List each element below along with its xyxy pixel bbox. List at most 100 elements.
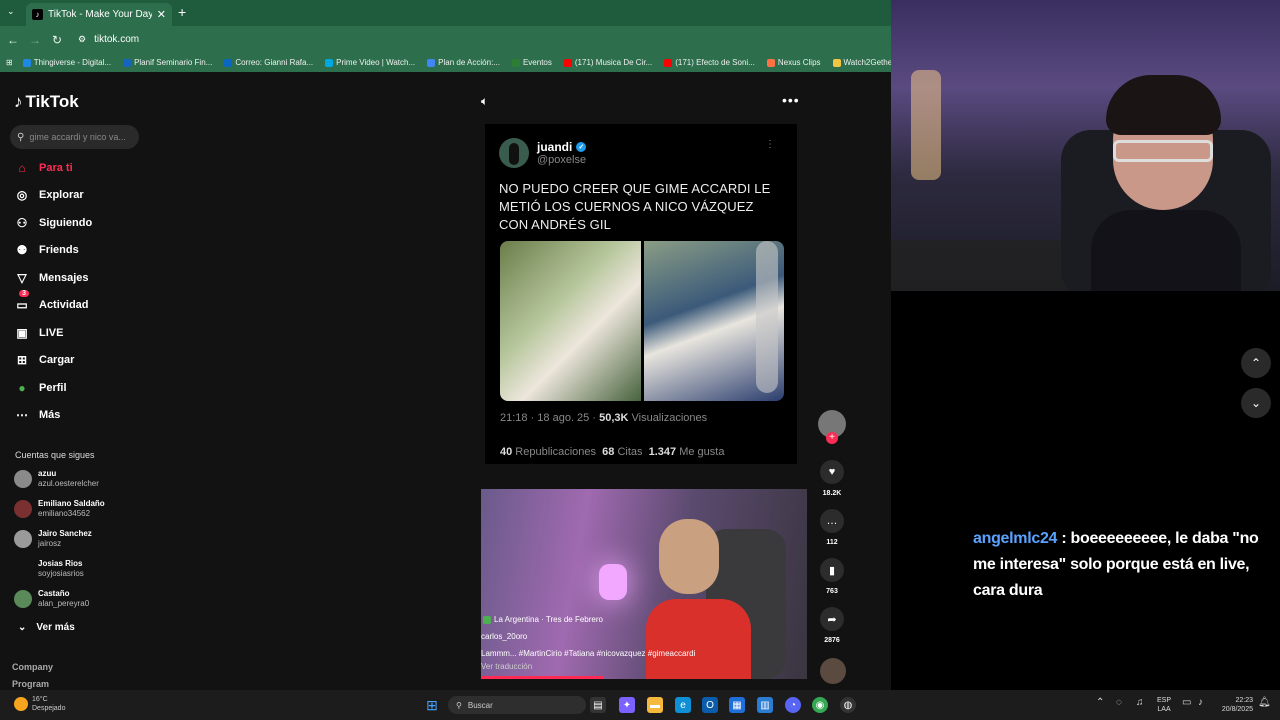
windows-start-icon[interactable]: ⊞: [424, 697, 440, 713]
task-view-icon[interactable]: ▤: [590, 697, 606, 713]
bookmark-item[interactable]: Watch2Gether: [832, 58, 891, 67]
sidebar-item-actividad[interactable]: ▭ 3 Actividad: [14, 290, 89, 313]
weather-widget[interactable]: 16°C Despejado: [14, 695, 65, 713]
sidebar-item-más[interactable]: ⋯ Más: [14, 407, 60, 423]
tray-overflow-icon[interactable]: ⌃: [1096, 698, 1104, 708]
bookmark-label: Plan de Acción:...: [438, 58, 500, 67]
more-options-icon[interactable]: •••: [782, 92, 800, 108]
account-name: Josias Rios: [38, 559, 83, 568]
chevron-down-icon: ⌄: [18, 622, 27, 633]
sidebar-item-friends[interactable]: ⚉ Friends: [14, 242, 79, 258]
bookmark-item[interactable]: (171) Musica De Cir...: [563, 58, 652, 67]
previous-video-button[interactable]: ⌃: [1241, 348, 1271, 378]
video-username[interactable]: carlos_20oro: [481, 632, 695, 641]
follow-plus-icon[interactable]: +: [826, 432, 838, 444]
volume-tray-icon[interactable]: ♪: [1198, 698, 1203, 708]
comment-button[interactable]: … 112: [818, 509, 846, 546]
clock[interactable]: 22:23 20/8/2025: [1217, 696, 1253, 714]
apps-grid-icon[interactable]: ⊞: [6, 58, 13, 67]
bookmark-item[interactable]: Eventos: [511, 58, 552, 67]
music-disc-icon[interactable]: [820, 658, 846, 684]
calculator-icon[interactable]: ▥: [757, 697, 773, 713]
discord-icon[interactable]: ◔: [785, 697, 801, 713]
notification-bell-icon[interactable]: 🔔︎: [1258, 698, 1271, 708]
save-button[interactable]: ▮ 763: [818, 558, 846, 595]
back-icon[interactable]: ←: [2, 33, 24, 47]
see-more-button[interactable]: ⌄ Ver más: [18, 622, 75, 633]
webcam-hair: [1106, 75, 1221, 135]
account-username: jairosz: [38, 539, 62, 548]
followed-account[interactable]: Josias Rios soyjosiasrios: [14, 559, 84, 579]
tiktok-logo[interactable]: ♪ TikTok: [14, 92, 79, 112]
sidebar-item-explorar[interactable]: ◎ Explorar: [14, 187, 84, 203]
tweet-more-icon: ⋮: [765, 139, 775, 150]
tab-close-icon[interactable]: ✕: [157, 8, 166, 21]
video-lamp: [599, 564, 627, 600]
tab-bar: ⌄ ♪ TikTok - Make Your Day ✕ +: [0, 0, 891, 26]
sidebar-item-live[interactable]: ▣ LIVE: [14, 325, 63, 341]
feed: 🔈︎ ••• juandi ✓ @poxelse ⋮ NO PUEDO CREER…: [150, 72, 891, 690]
sidebar-item-label: Más: [39, 409, 61, 421]
edge-icon[interactable]: e: [675, 697, 691, 713]
bookmark-item[interactable]: (171) Efecto de Soni...: [664, 58, 755, 67]
outlook-icon[interactable]: O: [702, 697, 718, 713]
video-location[interactable]: La Argentina · Tres de Febrero: [494, 615, 603, 624]
next-video-button[interactable]: ⌄: [1241, 388, 1271, 418]
sidebar-item-siguiendo[interactable]: ⚇ Siguiendo: [14, 215, 93, 231]
tab-search-chevron-icon[interactable]: ⌄: [7, 6, 15, 17]
bookmark-item[interactable]: Thingiverse - Digital...: [22, 58, 111, 67]
bookmark-item[interactable]: Correo: Gianni Rafa...: [224, 58, 313, 67]
footer-company-link[interactable]: Company: [12, 662, 53, 672]
address-bar: ← → ↻ ⚙ tiktok.com: [0, 26, 891, 53]
sidebar-item-perfil[interactable]: ● Perfil: [14, 380, 66, 396]
video-progress-bar[interactable]: [481, 676, 603, 679]
site-info-icon[interactable]: ⚙: [78, 34, 86, 45]
sidebar-item-mensajes[interactable]: ▽ Mensajes: [14, 270, 88, 286]
notification-badge: 3: [19, 290, 29, 297]
search-input[interactable]: ⚲ gime accardi y nico va...: [10, 125, 139, 149]
chevron-down-icon: ⌄: [1250, 396, 1262, 410]
new-tab-button[interactable]: +: [178, 5, 186, 19]
sidebar-item-cargar[interactable]: ⊞ Cargar: [14, 352, 75, 368]
footer-program-link[interactable]: Program: [12, 679, 49, 689]
volume-icon[interactable]: 🔈︎: [481, 94, 488, 109]
bookmark-favicon-icon: [511, 58, 520, 67]
reaction-video[interactable]: La Argentina · Tres de Febrero carlos_20…: [481, 489, 807, 679]
chat-separator: :: [1057, 530, 1071, 547]
followed-account[interactable]: Emiliano Saldaño emiliano34562: [14, 499, 105, 519]
file-explorer-icon[interactable]: ▬: [647, 697, 663, 713]
mic-icon[interactable]: ♫: [1136, 698, 1144, 708]
followed-account[interactable]: azuu azul.oesterelcher: [14, 469, 99, 489]
stream-overlay: ⌃ ⌄ angelmlc24 : boeeeeeeeee, le daba "n…: [891, 291, 1280, 690]
bookmark-item[interactable]: Nexus Clips: [766, 58, 821, 67]
share-button[interactable]: ➦ 2876: [818, 607, 846, 644]
bookmark-item[interactable]: Plan de Acción:...: [427, 58, 500, 67]
video-volume-slider[interactable]: [756, 241, 778, 393]
network-icon[interactable]: ◌: [1116, 698, 1122, 708]
url-field[interactable]: ⚙ tiktok.com: [78, 34, 139, 45]
profile-icon: ●: [18, 381, 26, 395]
like-button[interactable]: ♥ 18.2K: [818, 460, 846, 497]
tab-tiktok[interactable]: ♪ TikTok - Make Your Day ✕: [26, 3, 172, 26]
language-indicator[interactable]: ESP LAA: [1157, 696, 1171, 714]
translate-link[interactable]: Ver traducción: [481, 662, 695, 671]
store-icon[interactable]: ▦: [729, 697, 745, 713]
bookmark-item[interactable]: Prime Video | Watch...: [325, 58, 415, 67]
bookmark-item[interactable]: Planif Seminario Fin...: [123, 58, 212, 67]
tweet-meta: 21:18 · 18 ago. 25 · 50,3K Visualizacion…: [500, 412, 708, 424]
account-username: emiliano34562: [38, 509, 91, 518]
obs-icon[interactable]: ◍: [840, 697, 856, 713]
followed-account[interactable]: Jairo Sanchez jairosz: [14, 529, 92, 549]
followed-account[interactable]: Castaño alan_pereyra0: [14, 589, 89, 609]
taskbar-search[interactable]: ⚲ Buscar: [448, 696, 586, 714]
sidebar-item-label: Friends: [39, 244, 79, 256]
reload-icon[interactable]: ↻: [46, 33, 68, 47]
copilot-icon[interactable]: ✦: [619, 697, 635, 713]
forward-icon[interactable]: →: [24, 33, 46, 47]
webcam-lamp: [911, 70, 941, 180]
sidebar-item-para-ti[interactable]: ⌂ Para ti: [14, 160, 72, 176]
chrome-icon[interactable]: ◉: [812, 697, 828, 713]
streamer-webcam: [891, 0, 1280, 291]
display-icon[interactable]: ▭: [1182, 698, 1191, 708]
avatar: [14, 530, 32, 548]
